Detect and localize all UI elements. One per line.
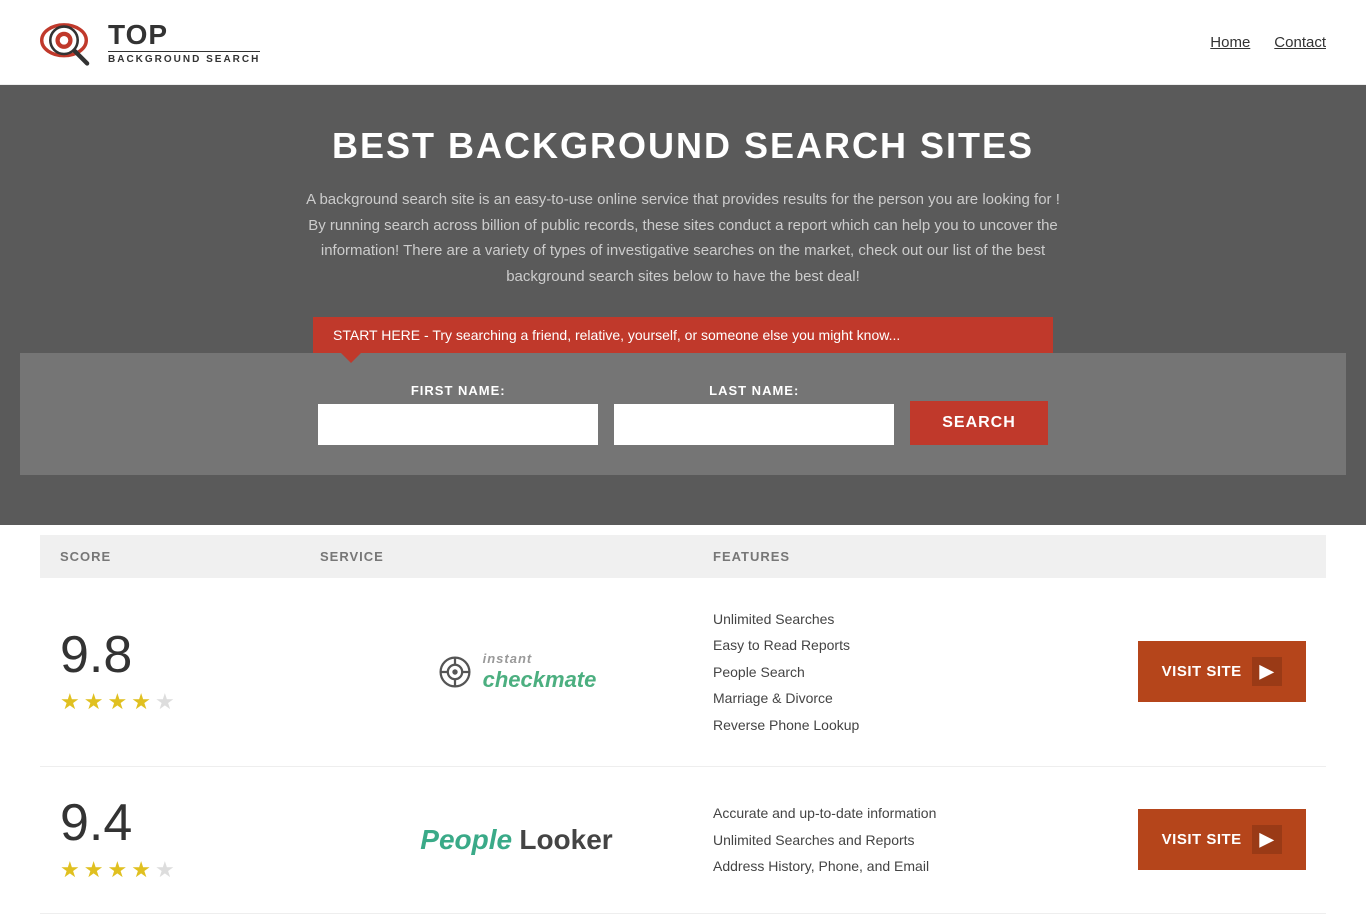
feature-1-3: People Search [713,661,1106,683]
features-cell-2: Accurate and up-to-date information Unli… [713,802,1106,877]
visit-arrow-2: ▶ [1252,825,1282,854]
nav-contact[interactable]: Contact [1274,34,1326,51]
visit-cell-2: VISIT SITE ▶ [1106,809,1306,870]
header-features: FEATURES [713,549,1106,564]
people-text: People [420,824,512,855]
logo-brand: TOP [108,19,260,51]
star-1: ★ [60,689,80,715]
last-name-label: LAST NAME: [614,383,894,398]
score-number-1: 9.8 [60,629,132,681]
nav-home[interactable]: Home [1210,34,1250,51]
header-score: SCORE [60,549,320,564]
feature-1-2: Easy to Read Reports [713,634,1106,656]
logo-tagline: BACKGROUND SEARCH [108,51,260,65]
start-banner: START HERE - Try searching a friend, rel… [313,317,1053,353]
header-service: SERVICE [320,549,713,564]
visit-label-1: VISIT SITE [1162,663,1242,680]
stars-1: ★ ★ ★ ★ ★ [60,689,175,715]
search-button[interactable]: SEARCH [910,401,1048,445]
result-row-2: 9.4 ★ ★ ★ ★ ★ People Looker Accurate and… [40,767,1326,914]
score-cell-1: 9.8 ★ ★ ★ ★ ★ [60,629,320,715]
table-header: SCORE SERVICE FEATURES [40,535,1326,578]
logo-text: TOP BACKGROUND SEARCH [108,19,260,65]
star-2-2: ★ [84,857,104,883]
star-2-3: ★ [107,857,127,883]
stars-2: ★ ★ ★ ★ ★ [60,857,175,883]
visit-label-2: VISIT SITE [1162,831,1242,848]
feature-2-1: Accurate and up-to-date information [713,802,1106,824]
logo: TOP BACKGROUND SEARCH [40,12,260,72]
search-form: FIRST NAME: LAST NAME: SEARCH [233,383,1133,445]
first-name-input[interactable] [318,404,598,445]
last-name-input[interactable] [614,404,894,445]
logo-icon [40,12,100,72]
checkmate-logo-icon [437,654,473,690]
feature-1-1: Unlimited Searches [713,608,1106,630]
visit-cell-1: VISIT SITE ▶ [1106,641,1306,702]
search-box: FIRST NAME: LAST NAME: SEARCH [20,353,1346,475]
feature-1-4: Marriage & Divorce [713,687,1106,709]
first-name-group: FIRST NAME: [318,383,598,445]
features-cell-1: Unlimited Searches Easy to Read Reports … [713,608,1106,736]
instant-text: instant [483,651,597,667]
hero-section: BEST BACKGROUND SEARCH SITES A backgroun… [0,85,1366,525]
star-3: ★ [107,689,127,715]
service-cell-2: People Looker [320,824,713,856]
visit-button-1[interactable]: VISIT SITE ▶ [1138,641,1306,702]
results-section: SCORE SERVICE FEATURES 9.8 ★ ★ ★ ★ ★ [0,535,1366,914]
feature-1-5: Reverse Phone Lookup [713,714,1106,736]
visit-arrow-1: ▶ [1252,657,1282,686]
main-nav: Home Contact [1210,34,1326,51]
star-2: ★ [84,689,104,715]
checkmate-brand: checkmate [483,667,597,693]
star-5: ★ [155,689,175,715]
first-name-label: FIRST NAME: [318,383,598,398]
star-2-4: ★ [131,857,151,883]
peoplelooker-logo: People Looker [420,824,612,856]
star-2-1: ★ [60,857,80,883]
service-cell-1: instant checkmate [320,651,713,693]
checkmate-logo: instant checkmate [437,651,597,693]
star-4: ★ [131,689,151,715]
star-2-5: ★ [155,857,175,883]
feature-2-2: Unlimited Searches and Reports [713,829,1106,851]
visit-button-2[interactable]: VISIT SITE ▶ [1138,809,1306,870]
checkmate-text: instant checkmate [483,651,597,693]
looker-text: Looker [519,824,612,855]
hero-title: BEST BACKGROUND SEARCH SITES [20,125,1346,167]
last-name-group: LAST NAME: [614,383,894,445]
result-row-1: 9.8 ★ ★ ★ ★ ★ [40,578,1326,767]
hero-description: A background search site is an easy-to-u… [303,187,1063,289]
score-cell-2: 9.4 ★ ★ ★ ★ ★ [60,797,320,883]
site-header: TOP BACKGROUND SEARCH Home Contact [0,0,1366,85]
feature-2-3: Address History, Phone, and Email [713,855,1106,877]
score-number-2: 9.4 [60,797,132,849]
header-action [1106,549,1306,564]
